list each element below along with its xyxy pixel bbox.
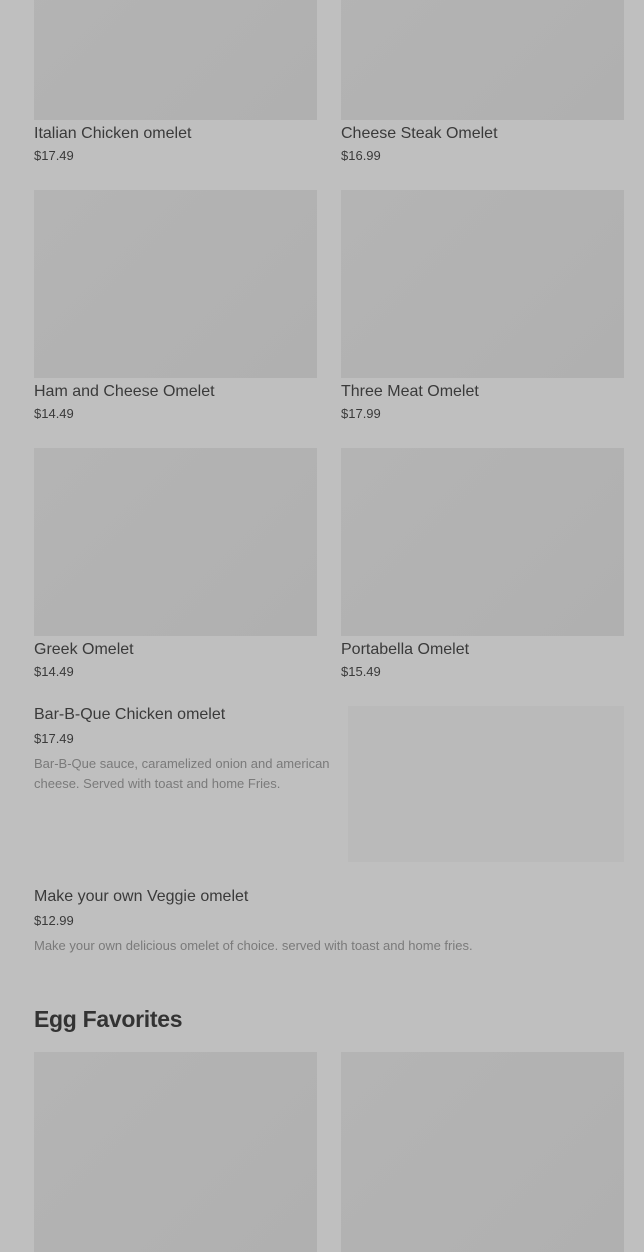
menu-grid-row-3: Greek Omelet $14.49 Portabella Omelet $1…: [34, 448, 624, 679]
menu-item-name: Italian Chicken omelet: [34, 125, 192, 142]
menu-grid-row-4: [34, 1052, 624, 1252]
menu-item-price: $14.49: [34, 664, 74, 679]
menu-item-name: Cheese Steak Omelet: [341, 125, 498, 142]
menu-item-price: $17.99: [341, 406, 381, 421]
menu-item-price: $15.49: [341, 664, 381, 679]
menu-item-name: Ham and Cheese Omelet: [34, 383, 215, 400]
menu-item-card[interactable]: Portabella Omelet $15.49: [341, 448, 624, 679]
menu-item-image: [341, 190, 624, 378]
menu-list-item[interactable]: Bar-B-Que Chicken omelet $17.49 Bar-B-Qu…: [34, 706, 624, 862]
menu-item-card[interactable]: Ham and Cheese Omelet $14.49: [34, 190, 317, 421]
menu-item-card[interactable]: Italian Chicken omelet $17.49: [34, 0, 317, 163]
menu-item-price: $17.49: [34, 148, 74, 163]
menu-item-name: Bar-B-Que Chicken omelet: [34, 706, 226, 723]
menu-grid-row-1: Italian Chicken omelet $17.49 Cheese Ste…: [34, 0, 624, 163]
menu-item-image: [341, 0, 624, 120]
menu-item-image: [341, 448, 624, 636]
menu-item-price: $17.49: [34, 731, 74, 746]
menu-item-name: Portabella Omelet: [341, 641, 470, 658]
menu-list-item[interactable]: Make your own Veggie omelet $12.99 Make …: [34, 888, 624, 956]
menu-item-price: $14.49: [34, 406, 74, 421]
menu-item-image: [34, 1052, 317, 1252]
menu-item-image: [348, 706, 624, 862]
menu-grid-row-2: Ham and Cheese Omelet $14.49 Three Meat …: [34, 190, 624, 421]
menu-item-price: $16.99: [341, 148, 381, 163]
menu-item-image: [341, 1052, 624, 1252]
section-title: Egg Favorites: [34, 1006, 183, 1032]
menu-item-card[interactable]: Cheese Steak Omelet $16.99: [341, 0, 624, 163]
menu-item-name: Make your own Veggie omelet: [34, 888, 249, 905]
menu-item-description: Make your own delicious omelet of choice…: [34, 938, 473, 953]
menu-item-price: $12.99: [34, 913, 74, 928]
menu-item-image: [34, 448, 317, 636]
menu-item-card[interactable]: Greek Omelet $14.49: [34, 448, 317, 679]
menu-item-card[interactable]: [34, 1052, 317, 1252]
menu-item-name: Three Meat Omelet: [341, 383, 479, 400]
menu-item-image: [34, 190, 317, 378]
menu-item-card[interactable]: [341, 1052, 624, 1252]
menu-item-card[interactable]: Three Meat Omelet $17.99: [341, 190, 624, 421]
menu-item-text: Bar-B-Que Chicken omelet $17.49 Bar-B-Qu…: [34, 706, 334, 794]
menu-item-description: Bar-B-Que sauce, caramelized onion and a…: [34, 756, 330, 791]
menu-item-name: Greek Omelet: [34, 641, 134, 658]
menu-item-image: [34, 0, 317, 120]
